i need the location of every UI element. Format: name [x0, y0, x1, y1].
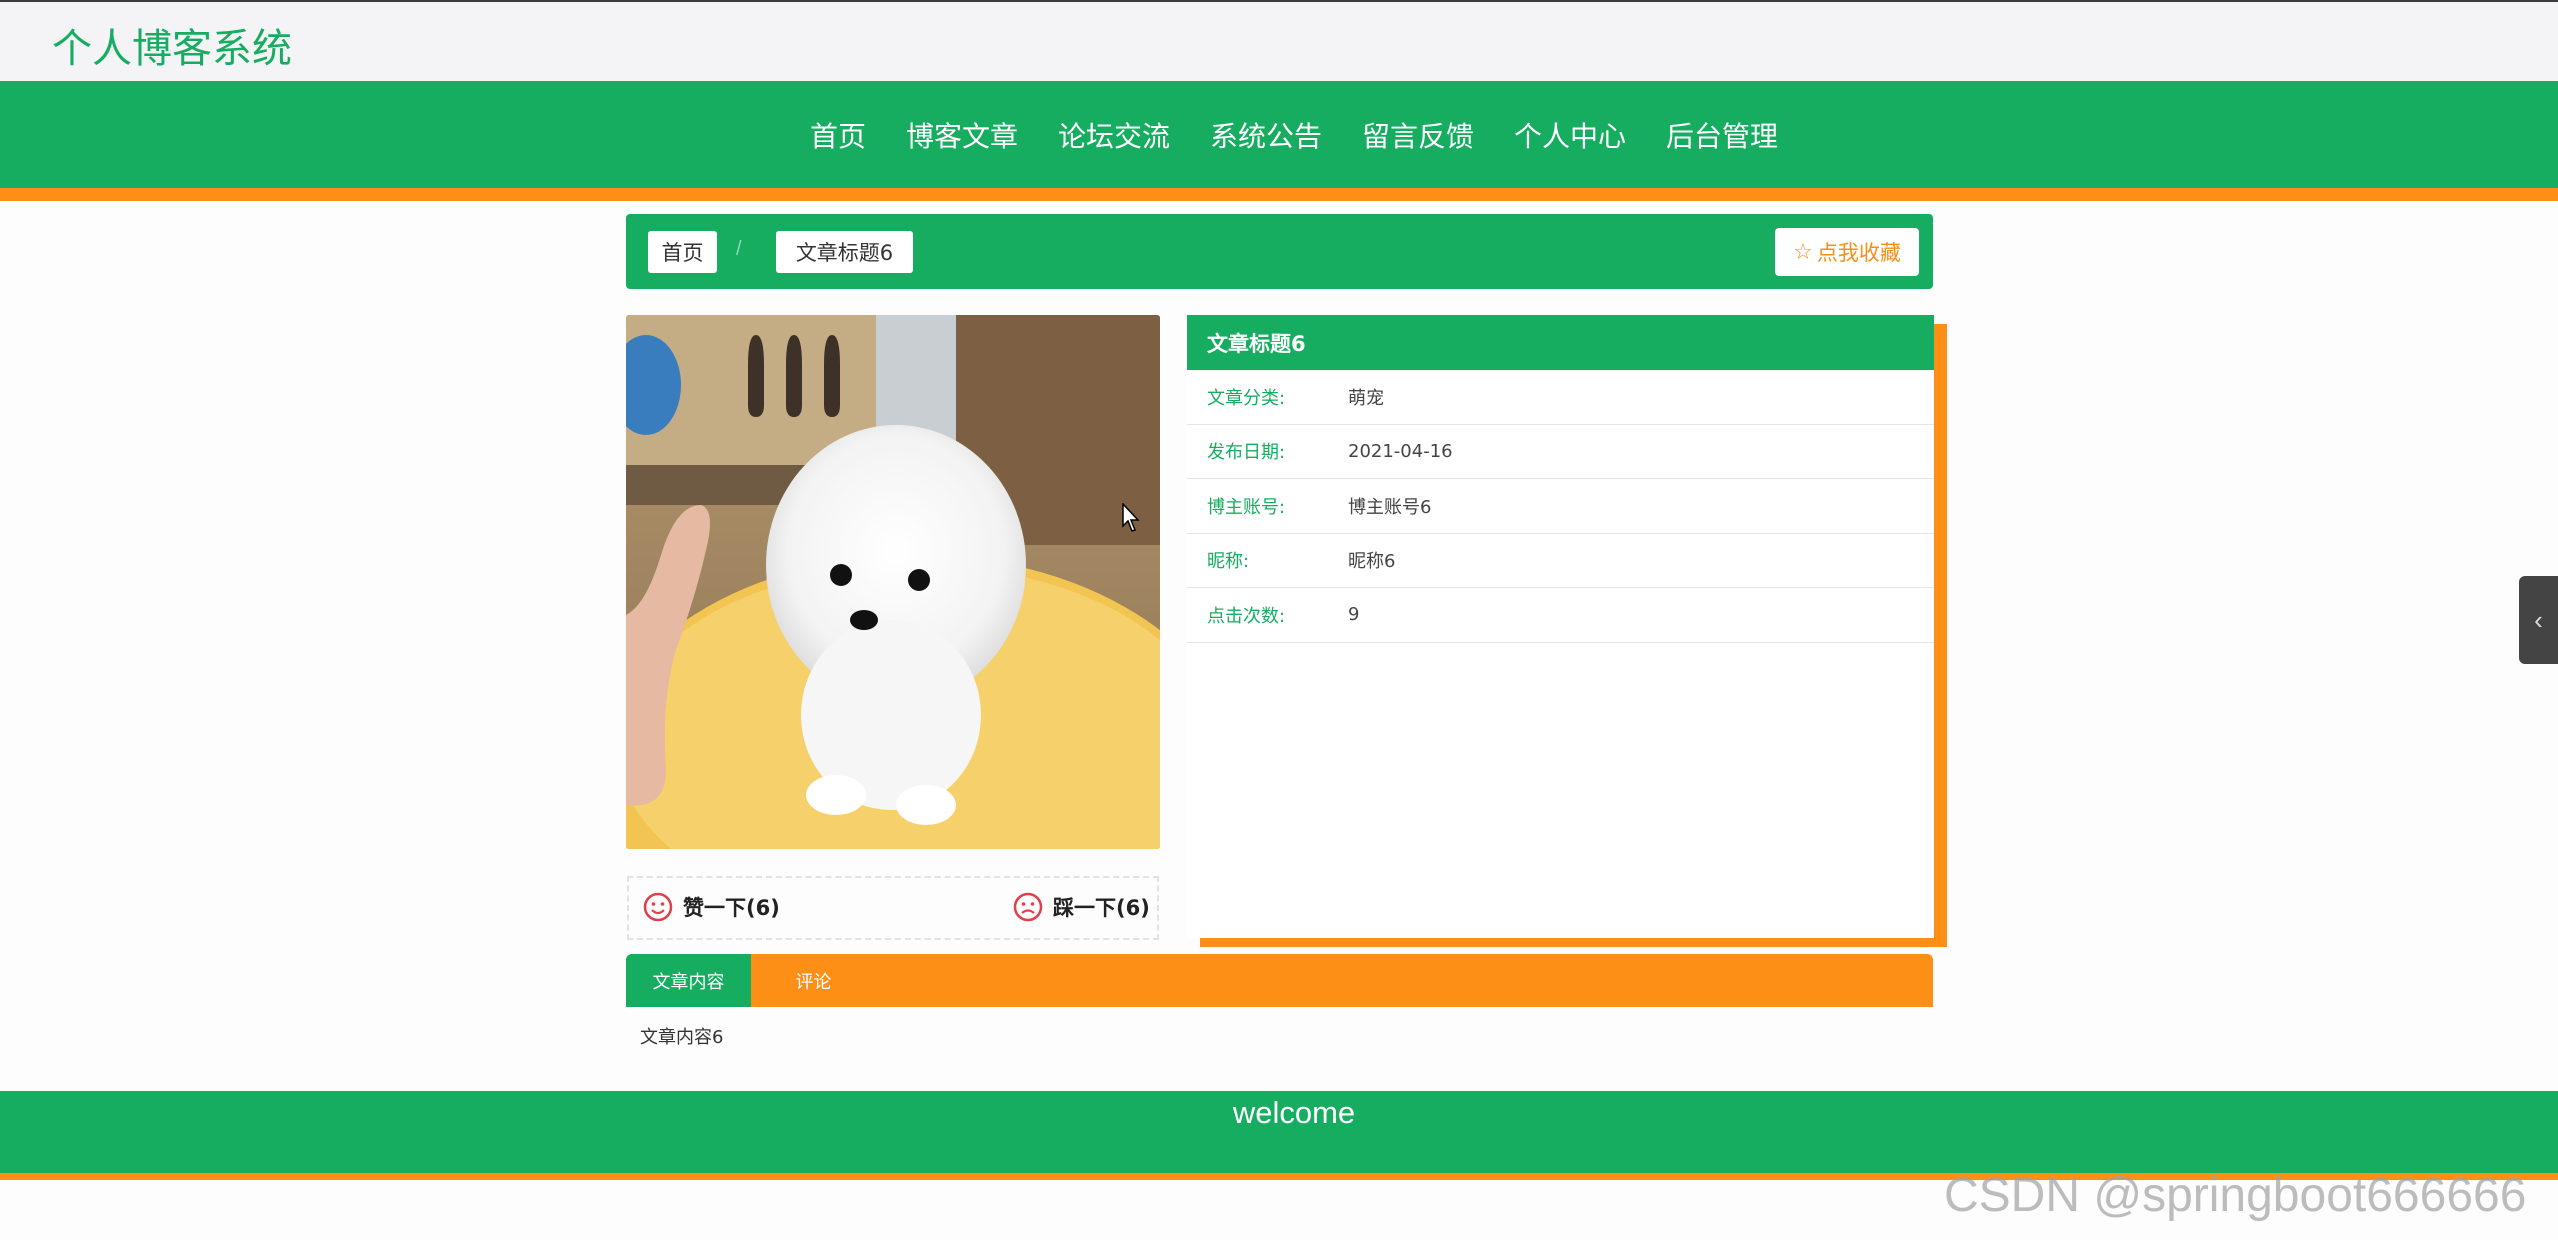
info-value: 2021-04-16 — [1348, 440, 1453, 462]
info-label: 点击次数: — [1207, 605, 1286, 627]
star-outline-icon: ☆ — [1793, 239, 1813, 265]
like-label: 赞一下(6) — [683, 896, 780, 920]
nav-accent-stripe — [0, 188, 2558, 201]
vote-bar: 赞一下(6) 踩一下(6) — [627, 876, 1159, 940]
info-row-nickname: 昵称: 昵称6 — [1187, 534, 1934, 588]
article-image — [626, 315, 1160, 849]
tab-article-content[interactable]: 文章内容 — [626, 954, 751, 1007]
article-info-panel: 文章标题6 文章分类: 萌宠 发布日期: 2021-04-16 博主账号: 博主… — [1187, 315, 1934, 938]
dislike-button[interactable]: 踩一下(6) — [1013, 892, 1150, 922]
tab-comments[interactable]: 评论 — [751, 954, 876, 1007]
smile-face-icon — [643, 892, 673, 922]
info-row-click-count: 点击次数: 9 — [1187, 588, 1934, 643]
top-header: 个人博客系统 — [0, 0, 2558, 81]
nav-item-feedback[interactable]: 留言反馈 — [1362, 115, 1474, 155]
article-content: 文章内容6 — [640, 1027, 724, 1048]
mouse-cursor-icon — [1122, 503, 1140, 532]
nav-item-forum[interactable]: 论坛交流 — [1058, 115, 1170, 155]
frown-face-icon — [1013, 892, 1043, 922]
nav-item-admin[interactable]: 后台管理 — [1666, 115, 1778, 155]
info-label: 昵称: — [1207, 551, 1250, 573]
breadcrumb-current: 文章标题6 — [776, 231, 913, 273]
info-value: 萌宠 — [1348, 387, 1384, 409]
info-label: 文章分类: — [1207, 387, 1286, 409]
breadcrumb-home[interactable]: 首页 — [648, 231, 717, 273]
info-value: 昵称6 — [1348, 551, 1396, 573]
breadcrumb: 首页 / 文章标题6 ☆ 点我收藏 — [626, 214, 1933, 289]
nav-item-personal-center[interactable]: 个人中心 — [1514, 115, 1626, 155]
info-row-blogger-account: 博主账号: 博主账号6 — [1187, 479, 1934, 534]
main-nav: 首页 博客文章 论坛交流 系统公告 留言反馈 个人中心 后台管理 — [0, 81, 2558, 188]
info-row-publish-date: 发布日期: 2021-04-16 — [1187, 425, 1934, 479]
watermark: CSDN @springboot666666 — [1944, 1169, 2527, 1222]
article-title: 文章标题6 — [1187, 315, 1934, 370]
footer-text: welcome — [1232, 1095, 1356, 1130]
info-label: 博主账号: — [1207, 496, 1286, 518]
info-label: 发布日期: — [1207, 442, 1286, 464]
chevron-left-icon: ‹ — [2534, 604, 2543, 635]
nav-item-home[interactable]: 首页 — [810, 115, 866, 155]
favorite-button[interactable]: ☆ 点我收藏 — [1775, 228, 1919, 276]
favorite-button-label: 点我收藏 — [1816, 241, 1901, 265]
info-row-category: 文章分类: 萌宠 — [1187, 370, 1934, 425]
like-button[interactable]: 赞一下(6) — [643, 892, 780, 922]
site-title[interactable]: 个人博客系统 — [52, 16, 292, 74]
nav-item-blog-articles[interactable]: 博客文章 — [906, 115, 1018, 155]
info-value: 9 — [1348, 604, 1360, 626]
dislike-label: 踩一下(6) — [1053, 896, 1150, 920]
breadcrumb-separator: / — [736, 238, 742, 260]
side-panel-toggle[interactable]: ‹ — [2519, 576, 2558, 664]
nav-item-announcements[interactable]: 系统公告 — [1210, 115, 1322, 155]
article-tabs: 文章内容 评论 — [626, 954, 1933, 1007]
info-value: 博主账号6 — [1348, 496, 1432, 518]
